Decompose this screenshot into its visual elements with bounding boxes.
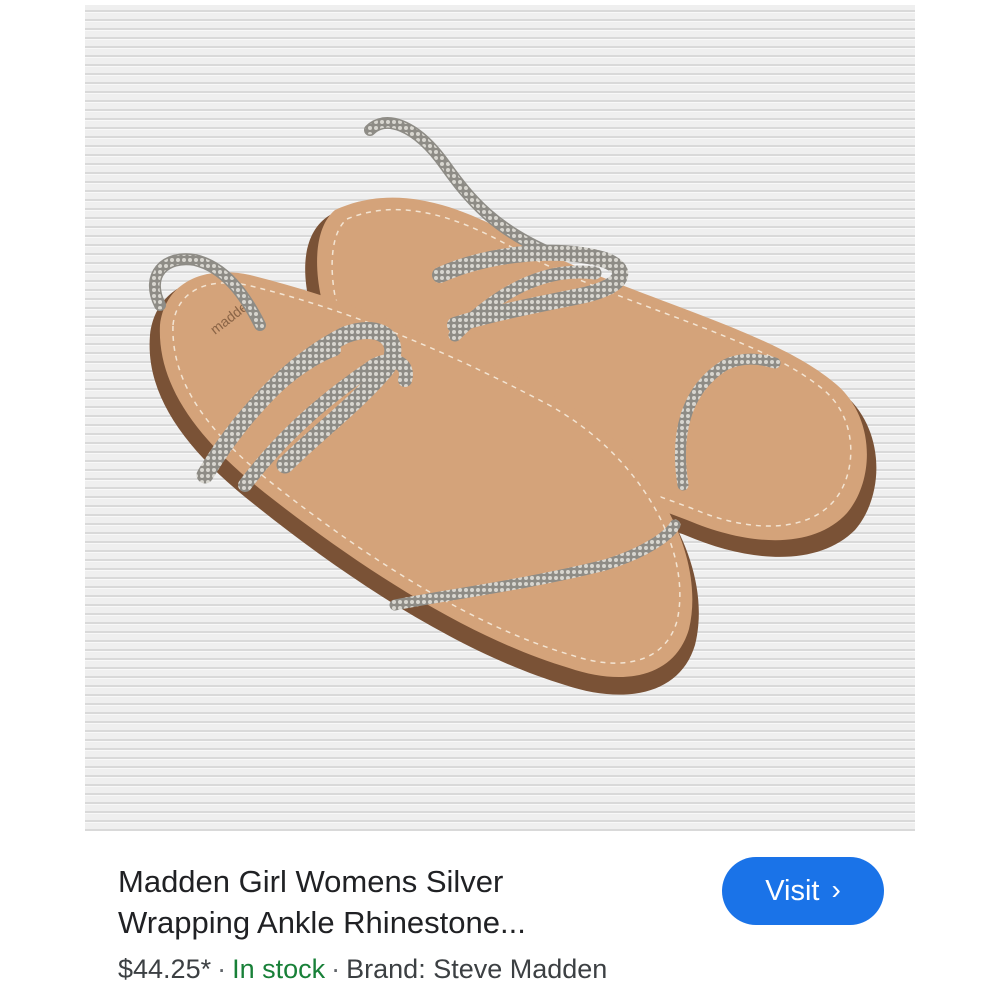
chevron-right-icon: › — [831, 874, 841, 905]
brand: Brand: Steve Madden — [346, 954, 608, 984]
separator: · — [331, 954, 341, 984]
result-card: Madden Girl Womens Silver Wrapping Ankle… — [85, 831, 915, 1000]
product-title-line-1: Madden Girl Womens Silver — [118, 864, 504, 899]
product-image[interactable]: madden — [85, 5, 915, 831]
stock-status: In stock — [232, 954, 326, 984]
product-title[interactable]: Madden Girl Womens Silver Wrapping Ankle… — [118, 861, 678, 943]
separator: · — [217, 954, 227, 984]
product-title-line-2: Wrapping Ankle Rhinestone... — [118, 905, 526, 940]
price: $44.25* — [118, 954, 212, 984]
product-meta: $44.25* · In stock · Brand: Steve Madden — [118, 952, 607, 986]
visit-label: Visit — [765, 874, 820, 907]
visit-button[interactable]: Visit › — [722, 857, 884, 925]
